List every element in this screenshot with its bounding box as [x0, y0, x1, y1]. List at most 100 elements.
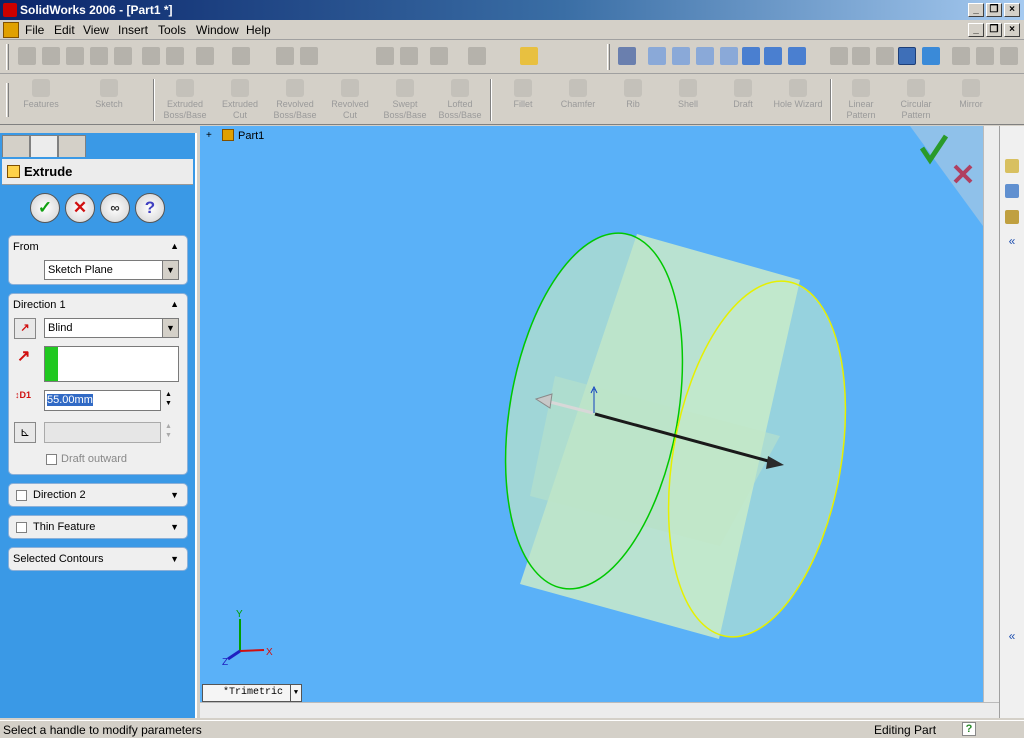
toolbar-grip[interactable]	[607, 44, 610, 70]
wireframe-icon[interactable]	[830, 47, 848, 65]
property-manager-tab[interactable]	[30, 135, 58, 157]
hole-wizard-button[interactable]: Hole Wizard	[769, 79, 827, 110]
properties-icon[interactable]	[400, 47, 418, 65]
menu-insert[interactable]: Insert	[118, 23, 148, 37]
hidden-lines-visible-icon[interactable]	[852, 47, 870, 65]
mirror-button[interactable]: Mirror	[942, 79, 1000, 110]
design-library-icon[interactable]	[1005, 184, 1019, 198]
undo-icon[interactable]	[196, 47, 214, 65]
direction-selection-box[interactable]	[44, 346, 179, 382]
hidden-lines-removed-icon[interactable]	[876, 47, 894, 65]
equations-icon[interactable]	[430, 47, 448, 65]
close-button[interactable]: ×	[1004, 3, 1020, 17]
toolbar-grip[interactable]	[6, 83, 9, 117]
zoom-in-out-icon[interactable]	[696, 47, 714, 65]
menu-view[interactable]: View	[83, 23, 109, 37]
revolved-boss-button[interactable]: Revolved Boss/Base	[266, 79, 324, 121]
draft-button[interactable]: Draft	[714, 79, 772, 110]
end-condition-select[interactable]: Blind ▼	[44, 318, 179, 338]
collapse-icon[interactable]: ▲	[170, 241, 179, 251]
shaded-icon[interactable]	[922, 47, 940, 65]
options-icon[interactable]	[376, 47, 394, 65]
depth-input[interactable]: 55.00mm	[44, 390, 161, 411]
view-orientation-icon[interactable]	[788, 47, 806, 65]
linear-pattern-button[interactable]: Linear Pattern	[832, 79, 890, 121]
print-icon[interactable]	[90, 47, 108, 65]
vertical-scrollbar[interactable]	[983, 126, 999, 702]
thin-feature-checkbox[interactable]	[16, 522, 27, 533]
dropdown-arrow-icon[interactable]: ▼	[162, 261, 178, 279]
print-preview-icon[interactable]	[114, 47, 132, 65]
minimize-button[interactable]: _	[968, 3, 984, 17]
swept-boss-button[interactable]: Swept Boss/Base	[376, 79, 434, 121]
from-select[interactable]: Sketch Plane ▼	[44, 260, 179, 280]
restore-button[interactable]: ❐	[986, 3, 1002, 17]
selected-contours-group[interactable]: Selected Contours ▼	[8, 547, 188, 571]
menu-help[interactable]: Help	[246, 23, 271, 37]
open-icon[interactable]	[42, 47, 60, 65]
new-icon[interactable]	[18, 47, 36, 65]
circular-pattern-button[interactable]: Circular Pattern	[887, 79, 945, 121]
fillet-button[interactable]: Fillet	[494, 79, 552, 110]
draft-angle-spinner[interactable]: ▲ ▼	[165, 422, 172, 440]
shell-button[interactable]: Shell	[659, 79, 717, 110]
rotate-view-icon[interactable]	[742, 47, 760, 65]
status-help-icon[interactable]: ?	[962, 722, 976, 736]
macro-icon[interactable]	[468, 47, 486, 65]
help-button[interactable]: ?	[135, 193, 165, 223]
expand-icon[interactable]: ▼	[170, 522, 179, 532]
sketch-tools-icon[interactable]	[618, 47, 636, 65]
rib-button[interactable]: Rib	[604, 79, 662, 110]
shaded-with-edges-icon[interactable]	[898, 47, 916, 65]
extruded-boss-button[interactable]: Extruded Boss/Base	[156, 79, 214, 121]
expand-icon[interactable]: ▼	[170, 554, 179, 564]
save-icon[interactable]	[66, 47, 84, 65]
dropdown-arrow-icon[interactable]: ▼	[290, 685, 301, 701]
menu-edit[interactable]: Edit	[54, 23, 75, 37]
help-icon[interactable]	[520, 47, 538, 65]
draft-angle-input[interactable]	[44, 422, 161, 443]
horizontal-scrollbar[interactable]	[200, 702, 999, 718]
file-explorer-icon[interactable]	[1005, 210, 1019, 224]
ok-button[interactable]: ✓	[30, 193, 60, 223]
chamfer-button[interactable]: Chamfer	[549, 79, 607, 110]
dropdown-arrow-icon[interactable]: ▼	[162, 319, 178, 337]
select-icon[interactable]	[276, 47, 294, 65]
menu-window[interactable]: Window	[196, 23, 239, 37]
collapse-icon[interactable]: ▲	[170, 299, 179, 309]
zoom-to-fit-icon[interactable]	[648, 47, 666, 65]
cut-icon[interactable]	[142, 47, 160, 65]
select-filter-icon[interactable]	[300, 47, 318, 65]
lofted-boss-button[interactable]: Lofted Boss/Base	[431, 79, 489, 121]
menu-file[interactable]: File	[25, 23, 44, 37]
features-button[interactable]: Features	[12, 79, 70, 110]
expand-icon[interactable]: ▼	[170, 490, 179, 500]
draft-toggle-button[interactable]: ⊾	[14, 422, 36, 443]
app-menu-icon[interactable]	[3, 22, 19, 38]
graphics-area[interactable]: + Part1 Y X Z *Trimetric ▼	[200, 126, 983, 702]
feature-manager-tab[interactable]	[2, 135, 30, 157]
preview-button[interactable]: ∞	[100, 193, 130, 223]
doc-close-button[interactable]: ×	[1004, 23, 1020, 37]
configuration-manager-tab[interactable]	[58, 135, 86, 157]
extruded-cut-button[interactable]: Extruded Cut	[211, 79, 269, 121]
draft-outward-checkbox[interactable]	[46, 454, 57, 465]
doc-restore-button[interactable]: ❐	[986, 23, 1002, 37]
section-view-icon[interactable]	[976, 47, 994, 65]
thin-feature-group[interactable]: Thin Feature ▼	[8, 515, 188, 539]
copy-icon[interactable]	[166, 47, 184, 65]
sketch-button[interactable]: Sketch	[80, 79, 138, 110]
reverse-direction-button[interactable]: ↗	[14, 318, 36, 339]
zoom-selection-icon[interactable]	[720, 47, 738, 65]
pan-icon[interactable]	[764, 47, 782, 65]
collapse-task-pane-icon[interactable]: «	[1005, 234, 1019, 248]
depth-spinner[interactable]: ▲ ▼	[165, 390, 172, 408]
realview-icon[interactable]	[1000, 47, 1018, 65]
revolved-cut-button[interactable]: Revolved Cut	[321, 79, 379, 121]
direction2-checkbox[interactable]	[16, 490, 27, 501]
zoom-to-area-icon[interactable]	[672, 47, 690, 65]
home-icon[interactable]	[1005, 159, 1019, 173]
redo-icon[interactable]	[232, 47, 250, 65]
view-orientation-select[interactable]: *Trimetric ▼	[202, 684, 302, 702]
shadows-icon[interactable]	[952, 47, 970, 65]
